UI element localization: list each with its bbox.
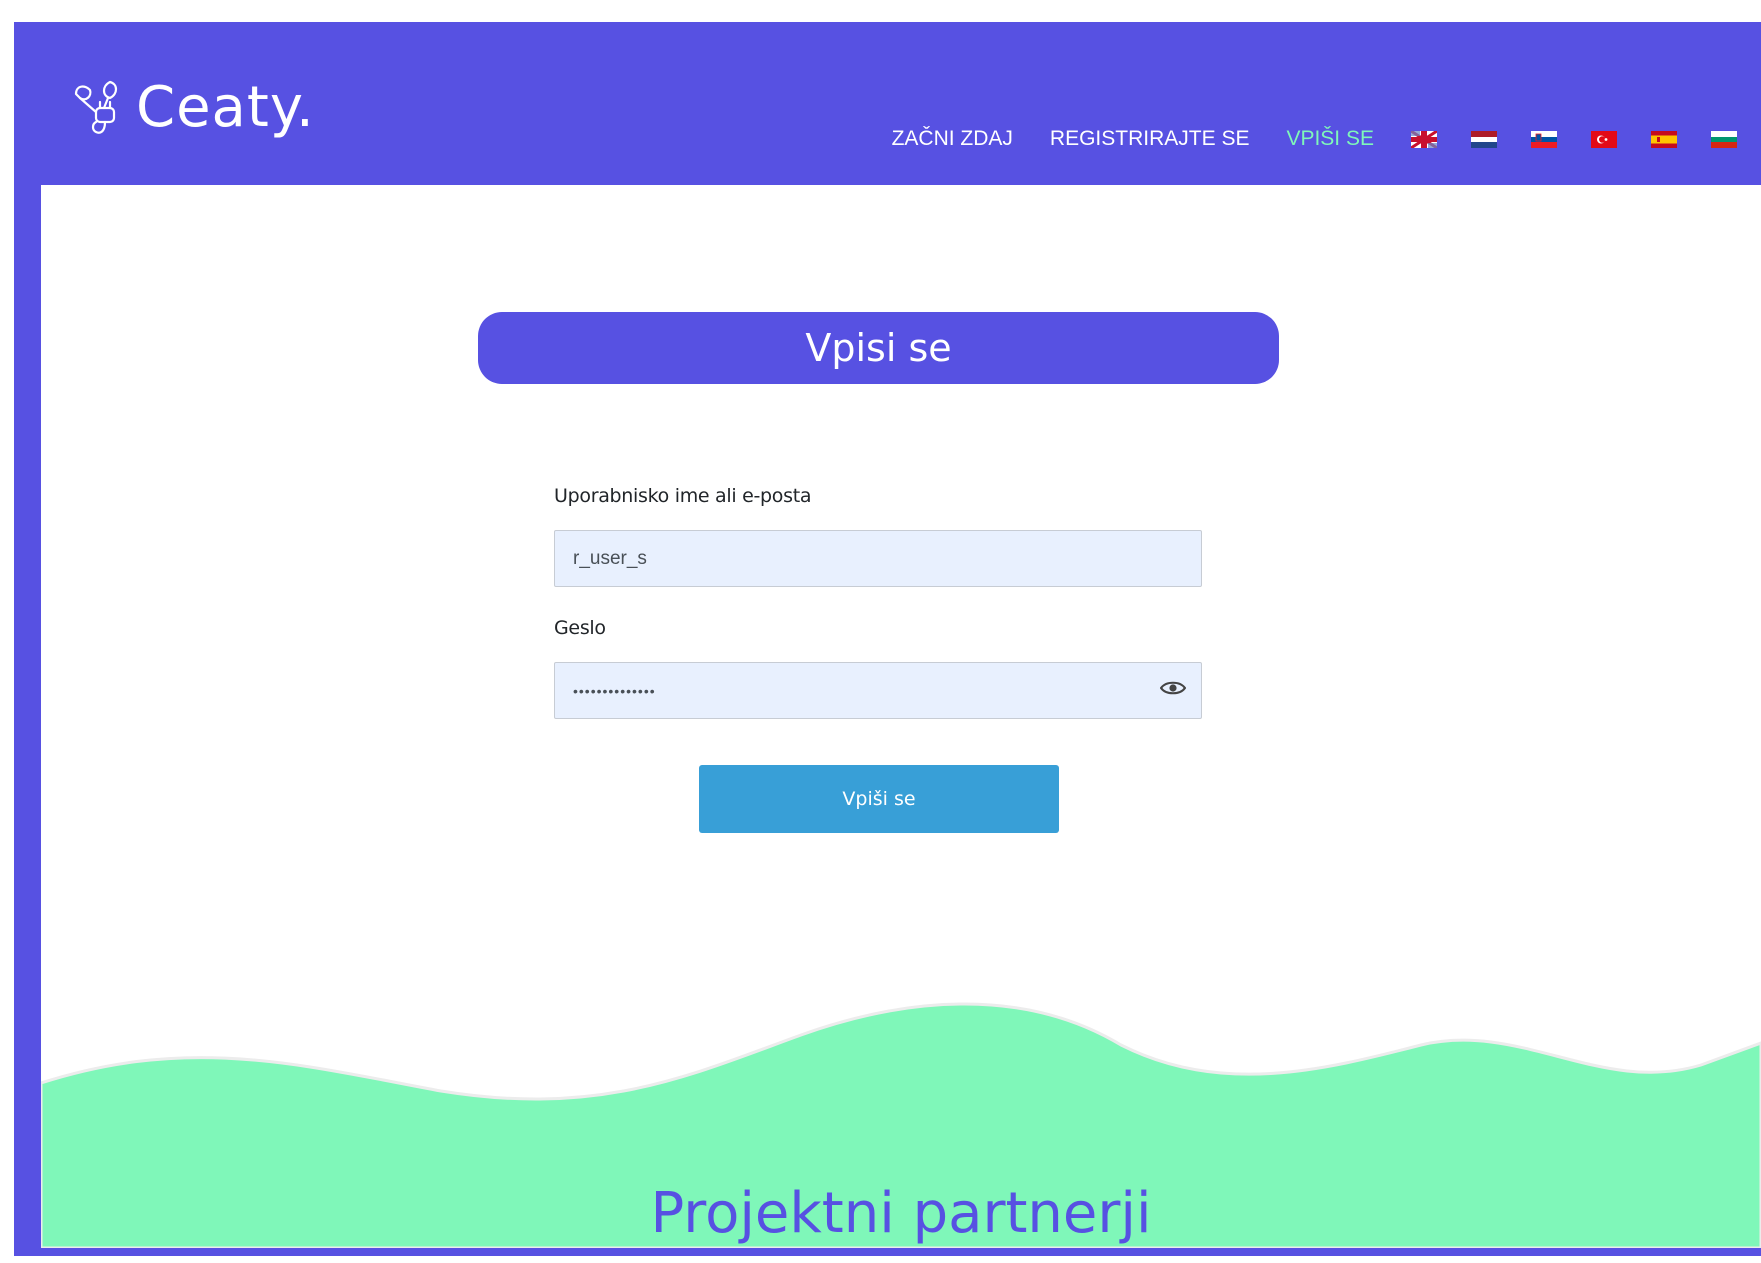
netherlands-flag-icon[interactable] xyxy=(1471,130,1497,148)
nav-item-login[interactable]: VPIŠI SE xyxy=(1286,127,1374,151)
partners-title: Projektni partnerji xyxy=(650,1181,1152,1246)
login-panel: Vpisi se Uporabnisko ime ali e-posta Ges… xyxy=(41,185,1761,1248)
uk-flag-icon[interactable] xyxy=(1411,130,1437,148)
login-title-bar: Vpisi se xyxy=(478,312,1279,384)
brand-logo[interactable]: Ceaty. xyxy=(70,76,315,140)
password-label: Geslo xyxy=(554,617,606,639)
nav-item-register[interactable]: REGISTRIRAJTE SE xyxy=(1050,127,1250,151)
slovenia-flag-icon[interactable] xyxy=(1531,130,1557,148)
leaf-plug-icon xyxy=(74,80,118,134)
nav-item-start-now[interactable]: ZAČNI ZDAJ xyxy=(892,127,1013,151)
turkey-flag-icon[interactable] xyxy=(1591,130,1617,148)
password-input[interactable] xyxy=(554,662,1202,719)
site-header: Ceaty. ZAČNI ZDAJ REGISTRIRAJTE SE VPIŠI… xyxy=(14,22,1761,185)
brand-name: Ceaty. xyxy=(136,75,315,140)
eye-icon[interactable] xyxy=(1160,680,1186,696)
login-submit-button[interactable]: Vpiši se xyxy=(699,765,1059,833)
username-label: Uporabnisko ime ali e-posta xyxy=(554,485,812,507)
bulgaria-flag-icon[interactable] xyxy=(1711,130,1737,148)
username-input[interactable] xyxy=(554,530,1202,587)
spain-flag-icon[interactable] xyxy=(1651,130,1677,148)
main-nav: ZAČNI ZDAJ REGISTRIRAJTE SE VPIŠI SE xyxy=(892,122,1737,156)
login-title: Vpisi se xyxy=(805,326,952,370)
